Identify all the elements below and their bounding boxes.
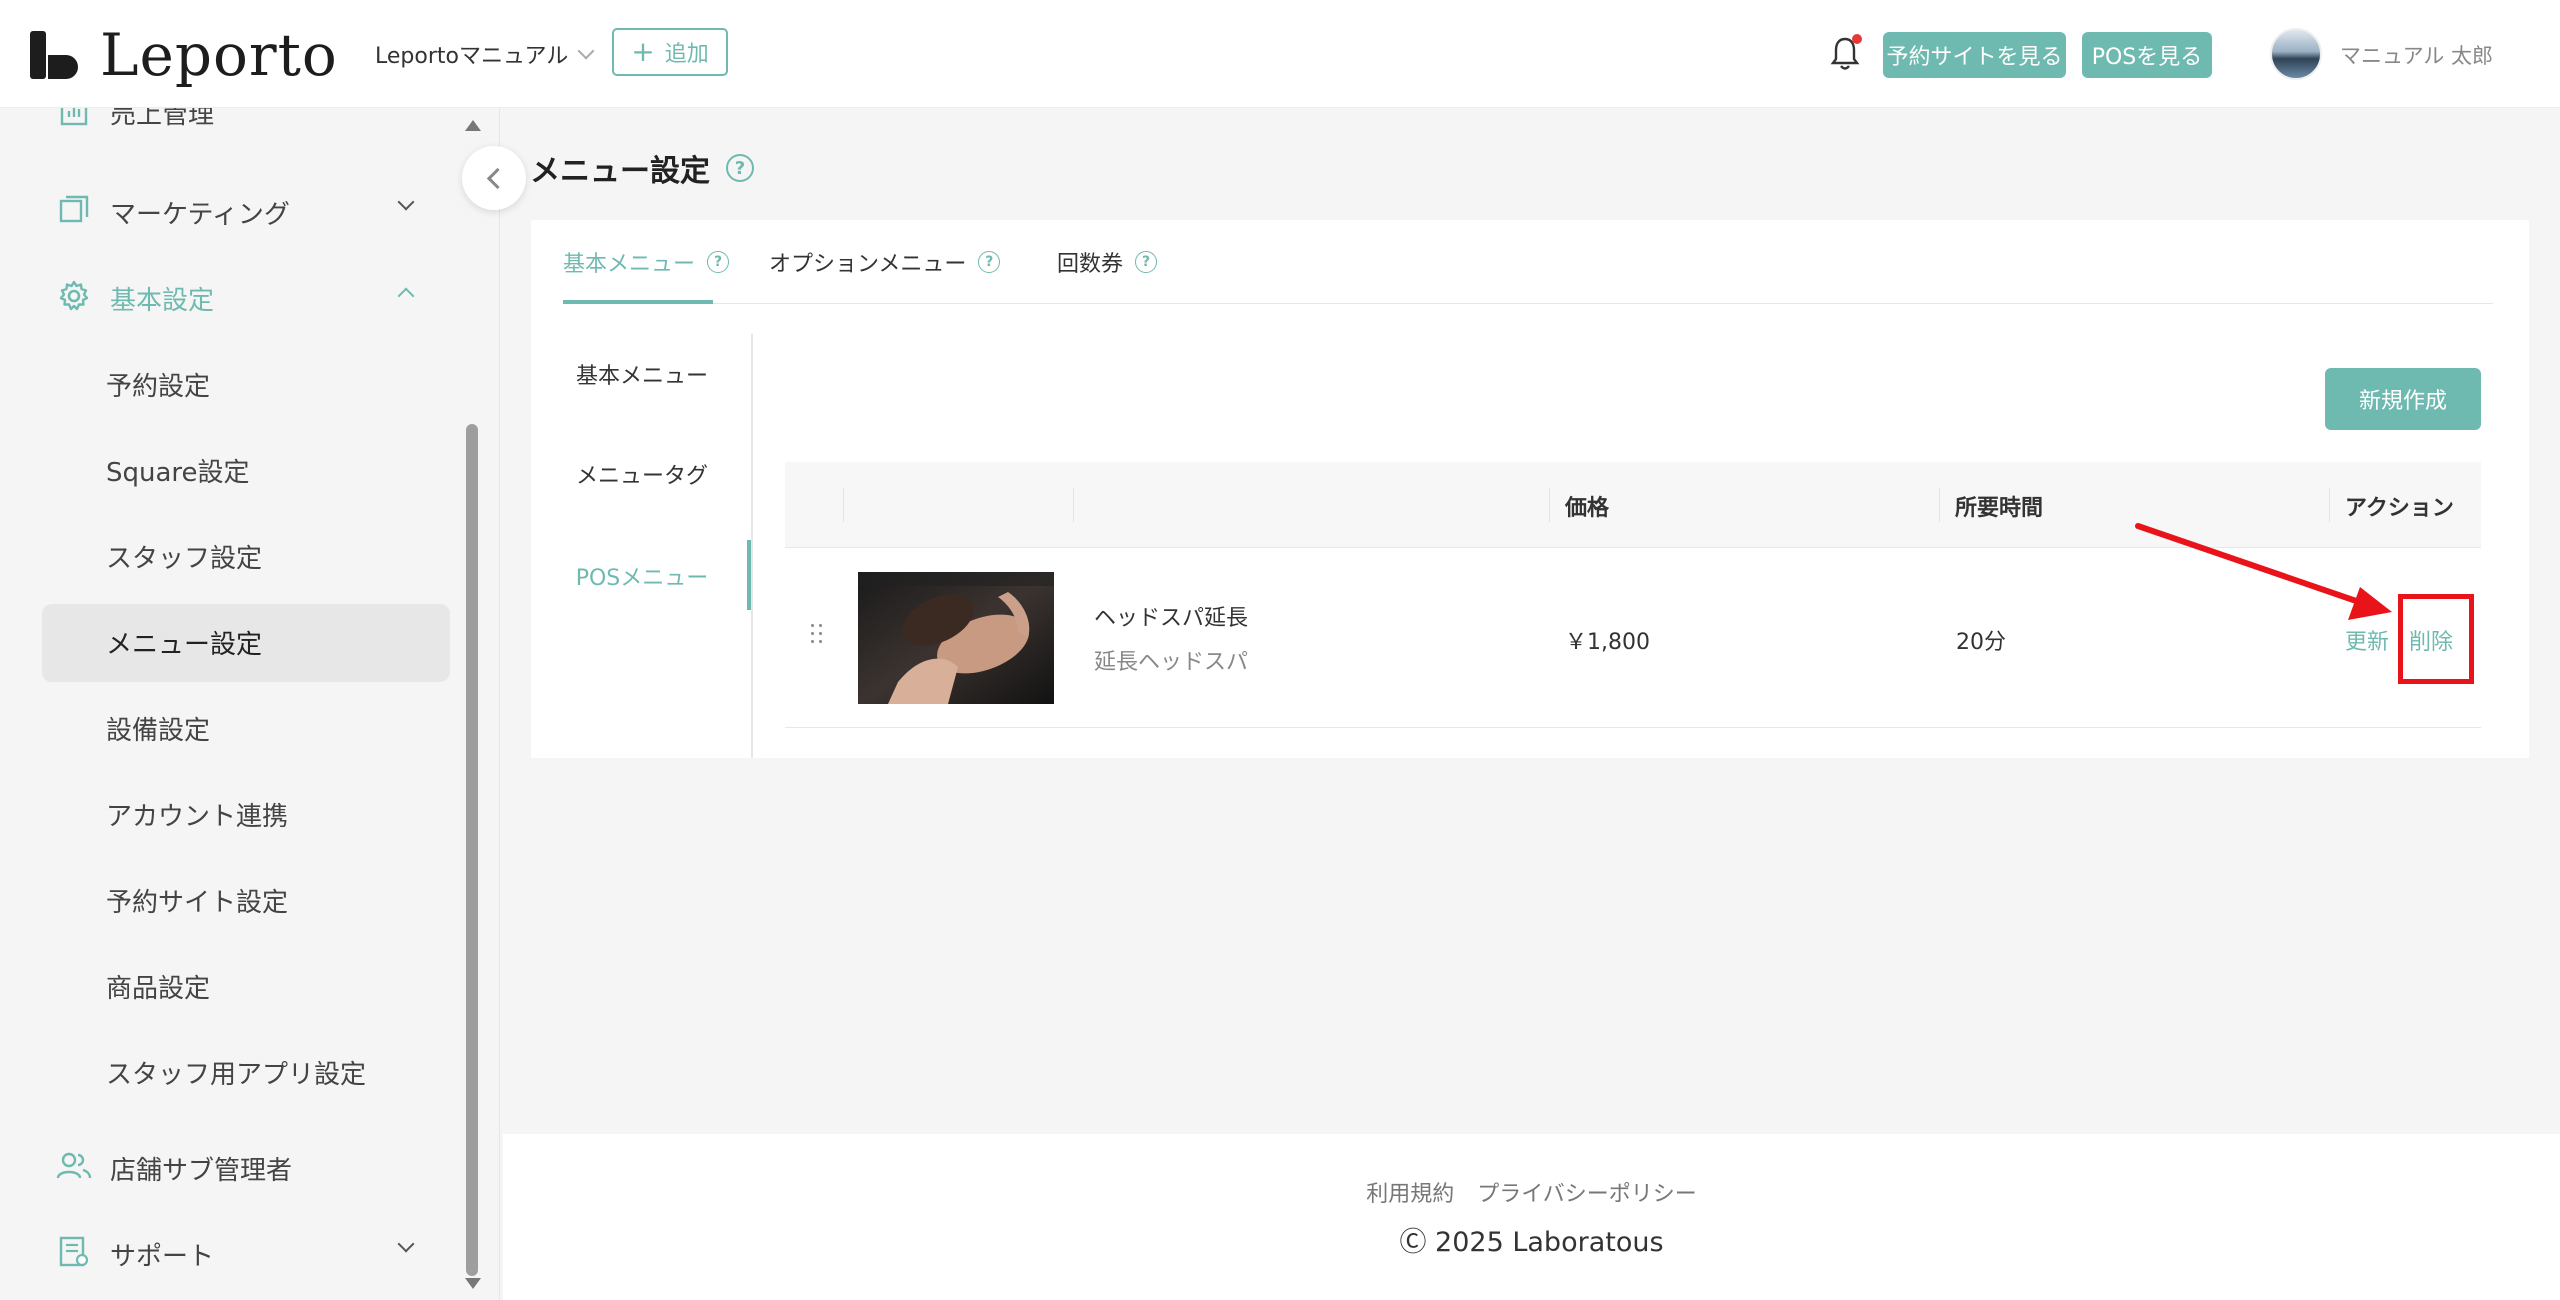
- sidebar-subitem-square-settings[interactable]: Square設定: [106, 452, 250, 489]
- users-icon: [56, 1148, 92, 1184]
- logo-mark: [30, 31, 78, 79]
- active-tab-underline: [563, 300, 713, 304]
- store-name: Leportoマニュアル: [375, 44, 569, 69]
- tab-option-menu[interactable]: オプションメニュー ?: [769, 246, 1001, 278]
- bar-chart-icon: [56, 108, 92, 130]
- subnav-pos-menu[interactable]: POSメニュー: [531, 560, 753, 592]
- chevron-up-icon: [397, 287, 415, 305]
- tab-label: 回数券: [1057, 252, 1124, 277]
- menu-duration: 20分: [1956, 630, 2006, 655]
- privacy-link[interactable]: プライバシーポリシー: [1477, 1182, 1697, 1207]
- collapse-sidebar-button[interactable]: [462, 146, 526, 210]
- view-pos-button[interactable]: POSを見る: [2082, 32, 2212, 78]
- user-name[interactable]: マニュアル 太郎: [2340, 40, 2493, 70]
- tab-bar: 基本メニュー ? オプションメニュー ? 回数券 ?: [563, 220, 2493, 304]
- sidebar-subitem-staff-app-settings[interactable]: スタッフ用アプリ設定: [106, 1054, 366, 1091]
- subnav-menu-tags[interactable]: メニュータグ: [531, 458, 753, 490]
- tab-coupon-tickets[interactable]: 回数券 ?: [1057, 246, 1158, 278]
- top-header: Leporto Leportoマニュアル + 追加 予約サイトを見る POSを見…: [0, 0, 2560, 108]
- terms-link[interactable]: 利用規約: [1366, 1182, 1454, 1207]
- copyright: Ⓒ 2025 Laboratous: [1399, 1227, 1664, 1258]
- sidebar-subitem-staff-settings[interactable]: スタッフ設定: [106, 538, 262, 575]
- sidebar-subitem-menu-settings[interactable]: メニュー設定: [106, 624, 262, 661]
- page-title-text: メニュー設定: [530, 154, 710, 189]
- chevron-down-icon: [577, 42, 595, 60]
- update-link[interactable]: 更新: [2345, 624, 2389, 656]
- avatar[interactable]: [2270, 28, 2322, 80]
- menu-subtitle: 延長ヘッドスパ: [1094, 650, 1249, 675]
- sub-navigation: 基本メニュー メニュータグ POSメニュー: [531, 334, 753, 758]
- notification-dot: [1852, 34, 1862, 44]
- column-header-duration: 所要時間: [1955, 496, 2044, 521]
- store-selector[interactable]: Leportoマニュアル: [375, 38, 595, 70]
- subnav-active-indicator: [747, 540, 751, 610]
- highlight-box-annotation: [2398, 594, 2474, 684]
- bell-icon[interactable]: [1830, 34, 1862, 72]
- help-icon[interactable]: ?: [1135, 251, 1158, 273]
- column-divider: [1939, 488, 1940, 522]
- sidebar-item-sales[interactable]: 売上管理: [0, 108, 470, 132]
- chevron-down-icon: [397, 193, 415, 211]
- sidebar-item-label: 基本設定: [110, 286, 215, 316]
- help-icon[interactable]: ?: [978, 251, 1001, 273]
- leporto-logo[interactable]: Leporto: [30, 26, 338, 84]
- sidebar-subitem-product-settings[interactable]: 商品設定: [106, 968, 210, 1005]
- sidebar-item-basic-settings[interactable]: 基本設定: [0, 268, 470, 324]
- help-icon[interactable]: ?: [726, 154, 754, 182]
- column-divider: [843, 488, 844, 522]
- sidebar-subitem-equipment-settings[interactable]: 設備設定: [106, 710, 210, 747]
- footer-links: 利用規約 プライバシーポリシー: [503, 1176, 2560, 1208]
- sidebar-item-label: マーケティング: [110, 200, 290, 230]
- column-divider: [2329, 488, 2330, 522]
- tab-label: 基本メニュー: [563, 252, 696, 277]
- scroll-up-icon[interactable]: [465, 120, 481, 131]
- add-button[interactable]: + 追加: [612, 28, 728, 76]
- layers-icon: [56, 192, 92, 228]
- column-header-action: アクション: [2345, 496, 2454, 521]
- menu-name: ヘッドスパ延長: [1094, 606, 1249, 631]
- sidebar-item-label: サポート: [110, 1242, 215, 1272]
- sidebar-item-support[interactable]: サポート: [0, 1224, 470, 1280]
- sidebar-subitem-reservation-settings[interactable]: 予約設定: [106, 366, 210, 403]
- menu-thumbnail-image: [858, 572, 1054, 704]
- logo-text: Leporto: [100, 21, 338, 89]
- tab-label: オプションメニュー: [769, 252, 967, 277]
- sidebar-item-label: 店舗サブ管理者: [110, 1156, 293, 1186]
- subnav-basic-menu[interactable]: 基本メニュー: [531, 358, 753, 390]
- footer: 利用規約 プライバシーポリシー Ⓒ 2025 Laboratous: [503, 1134, 2560, 1300]
- sidebar-subitem-account-link[interactable]: アカウント連携: [106, 796, 288, 833]
- sidebar-item-sub-admins[interactable]: 店舗サブ管理者: [0, 1138, 470, 1194]
- sidebar-subitem-booking-site-settings[interactable]: 予約サイト設定: [106, 882, 288, 919]
- view-booking-site-button[interactable]: 予約サイトを見る: [1883, 32, 2066, 78]
- gear-icon: [56, 278, 92, 314]
- sidebar-item-label: 売上管理: [110, 108, 215, 130]
- drag-handle-icon[interactable]: [811, 624, 825, 646]
- chevron-down-icon: [397, 1235, 415, 1253]
- add-label: 追加: [664, 42, 709, 67]
- page-title: メニュー設定 ?: [530, 146, 754, 190]
- menu-settings-card: 基本メニュー ? オプションメニュー ? 回数券 ? 基本メニュー メニュータグ…: [531, 220, 2529, 758]
- sidebar: 売上管理 マーケティング 基本設定 予約設定 Square設定 スタッフ設定 メ…: [0, 108, 500, 1300]
- scroll-down-icon[interactable]: [465, 1278, 481, 1289]
- scroll-thumb[interactable]: [466, 424, 478, 1276]
- table-header: 価格 所要時間 アクション: [785, 462, 2481, 548]
- sidebar-scrollbar[interactable]: [463, 116, 481, 1291]
- column-divider: [1073, 488, 1074, 522]
- column-header-price: 価格: [1565, 496, 1610, 521]
- tab-basic-menu[interactable]: 基本メニュー ?: [563, 246, 730, 278]
- column-divider: [1549, 488, 1550, 522]
- sidebar-item-marketing[interactable]: マーケティング: [0, 182, 470, 238]
- plus-icon: +: [631, 35, 655, 68]
- document-icon: [56, 1234, 92, 1270]
- table-row: ヘッドスパ延長 延長ヘッドスパ ￥1,800 20分 更新 削除: [785, 548, 2481, 728]
- new-menu-button[interactable]: 新規作成: [2325, 368, 2481, 430]
- menu-price: ￥1,800: [1565, 630, 1650, 655]
- help-icon[interactable]: ?: [707, 251, 730, 273]
